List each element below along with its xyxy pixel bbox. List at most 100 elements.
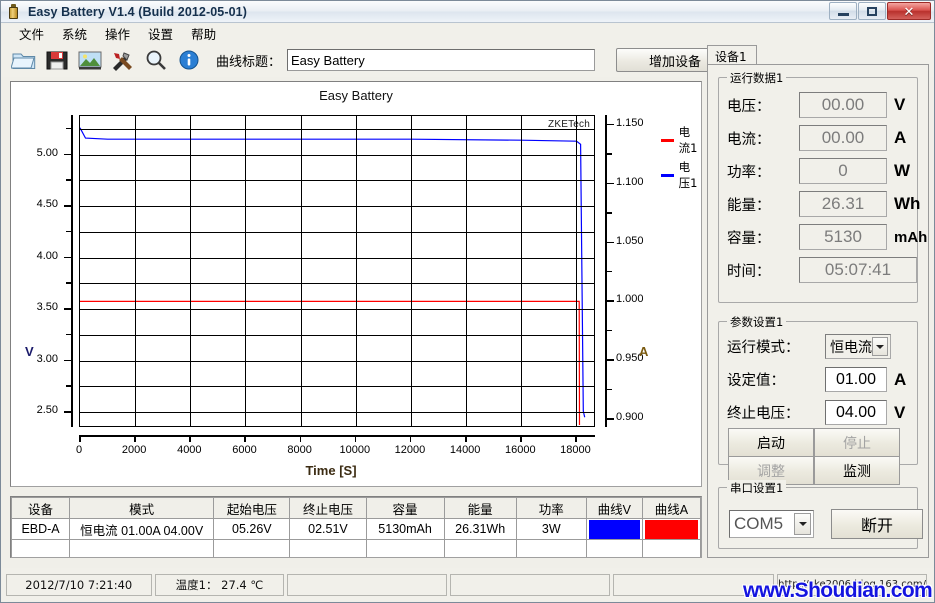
status-bar: 2012/7/10 7:21:40 温度1： 27.4 ℃ http://zke… [2, 568, 934, 601]
col-mode: 模式 [69, 497, 215, 519]
cell-empty [69, 539, 215, 557]
value-power: 0 [799, 158, 887, 184]
status-url[interactable]: http://zke2006.blog.163.com/ [777, 573, 927, 596]
chart-title: Easy Battery [319, 88, 393, 103]
grid-line-vertical [135, 116, 137, 426]
monitor-button[interactable]: 监测 [814, 456, 900, 485]
curve-title-label: 曲线标题： [216, 54, 282, 70]
status-blank-2 [449, 573, 611, 596]
x-tick [409, 435, 412, 442]
y-tick-right [607, 359, 614, 361]
com-port-select[interactable]: COM5 [729, 510, 814, 538]
x-tick [520, 435, 522, 442]
menu-item-operation[interactable]: 操作 [96, 23, 139, 44]
menu-item-system[interactable]: 系统 [53, 23, 96, 44]
mode-select-value: 恒电流 [830, 339, 872, 356]
menu-item-settings[interactable]: 设置 [139, 23, 182, 44]
close-icon: ✕ [903, 3, 915, 19]
image-export-icon[interactable] [75, 46, 105, 74]
y-tick-right-minor [607, 329, 612, 332]
label-voltage: 电压： [727, 98, 771, 115]
legend-item-current: 电流1 [661, 124, 701, 156]
grid-line-vertical [576, 116, 578, 426]
field-setpoint: 设定值： A [727, 367, 906, 392]
x-tick-label: 6000 [232, 444, 257, 456]
cell-empty [641, 539, 701, 557]
open-folder-icon[interactable] [9, 46, 39, 74]
label-time: 时间： [727, 263, 771, 280]
info-icon[interactable] [174, 46, 204, 74]
field-time: 时间： 05:07:41 [727, 257, 917, 283]
y-tick-label-left: 5.00 [36, 146, 58, 159]
grid-line-horizontal [80, 206, 594, 208]
chevron-down-icon[interactable] [872, 337, 888, 356]
grid-line-horizontal [80, 412, 594, 414]
y-tick-right-minor [607, 270, 612, 273]
device-panel: 设备1 运行数据1 电压： 00.00 V 电流： 00.00 A 功率： 0 … [707, 45, 929, 558]
chevron-down-icon[interactable] [794, 513, 811, 535]
grid-line-horizontal [80, 309, 594, 311]
value-capacity: 5130 [799, 224, 887, 250]
y-tick-left-minor [66, 127, 71, 130]
curve-title-input[interactable] [287, 49, 596, 71]
col-device: 设备 [11, 497, 71, 519]
value-time: 05:07:41 [799, 257, 917, 283]
x-tick-label: 8000 [287, 444, 312, 456]
save-disk-icon[interactable] [42, 46, 72, 74]
unit-current: A [894, 128, 907, 147]
curve-v-color-swatch [588, 519, 640, 539]
cell-end-voltage: 02.51V [289, 518, 367, 540]
y-tick-left [64, 205, 71, 207]
x-tick-label: 4000 [177, 444, 202, 456]
results-table: 设备 模式 起始电压 终止电压 容量 能量 功率 曲线V 曲线A EBD-A 恒… [11, 497, 701, 557]
maximize-button[interactable] [858, 2, 886, 20]
cell-device: EBD-A [11, 518, 71, 540]
plot-area[interactable]: ZKETech [79, 115, 595, 427]
results-table-panel[interactable]: 设备 模式 起始电压 终止电压 容量 能量 功率 曲线V 曲线A EBD-A 恒… [10, 496, 702, 558]
x-tick [134, 435, 136, 442]
cell-empty [443, 539, 517, 557]
y-axis-left [71, 115, 73, 427]
grid-line-horizontal [80, 283, 594, 285]
y-tick-left-minor [66, 282, 71, 284]
grid-line-vertical [300, 116, 302, 426]
y-tick-label-left: 3.00 [36, 352, 58, 365]
cell-curve-a[interactable] [641, 518, 701, 540]
y-tick-right-minor [607, 388, 612, 391]
x-tick-label: 12000 [394, 444, 426, 456]
mode-select[interactable]: 恒电流 [825, 334, 891, 359]
param-settings-group: 参数设置1 运行模式： 恒电流 设定值： A 终止电压： V [718, 314, 918, 485]
table-row[interactable]: EBD-A 恒电流 01.00A 04.00V 05.26V 02.51V 51… [11, 518, 701, 540]
cutoff-voltage-input[interactable] [825, 400, 887, 425]
close-button[interactable]: ✕ [887, 2, 931, 20]
y-tick-left [64, 308, 71, 310]
y-tick-label-left: 4.00 [36, 249, 58, 262]
y-tick-left-minor [66, 230, 71, 233]
series-line-current [80, 300, 581, 425]
tab-device1[interactable]: 设备1 [707, 45, 757, 65]
legend-swatch-current [661, 138, 674, 142]
stop-button[interactable]: 停止 [814, 428, 900, 457]
col-power: 功率 [515, 497, 587, 519]
disconnect-button[interactable]: 断开 [831, 509, 923, 539]
grid-line-vertical [466, 116, 468, 426]
zoom-icon[interactable] [141, 46, 171, 74]
legend-swatch-voltage [661, 173, 674, 177]
table-row-empty[interactable] [11, 539, 701, 557]
tools-icon[interactable] [108, 46, 138, 74]
value-energy: 26.31 [799, 191, 887, 217]
start-button[interactable]: 启动 [728, 428, 814, 457]
field-mode: 运行模式： 恒电流 [727, 334, 891, 359]
menu-item-help[interactable]: 帮助 [182, 23, 225, 44]
grid-line-horizontal [80, 128, 594, 130]
legend-label-voltage: 电压1 [678, 160, 698, 190]
setpoint-input[interactable] [825, 367, 887, 392]
chart-panel: Easy Battery ZKETech 2.50 3.00 3.50 4.00 4.5… [10, 81, 702, 487]
unit-energy: Wh [894, 194, 921, 213]
menu-item-file[interactable]: 文件 [10, 23, 53, 44]
minimize-button[interactable] [829, 2, 857, 20]
x-tick-label: 2000 [121, 444, 147, 456]
x-tick [244, 435, 246, 442]
field-voltage: 电压： 00.00 V [727, 92, 905, 118]
cell-curve-v[interactable] [585, 518, 643, 540]
